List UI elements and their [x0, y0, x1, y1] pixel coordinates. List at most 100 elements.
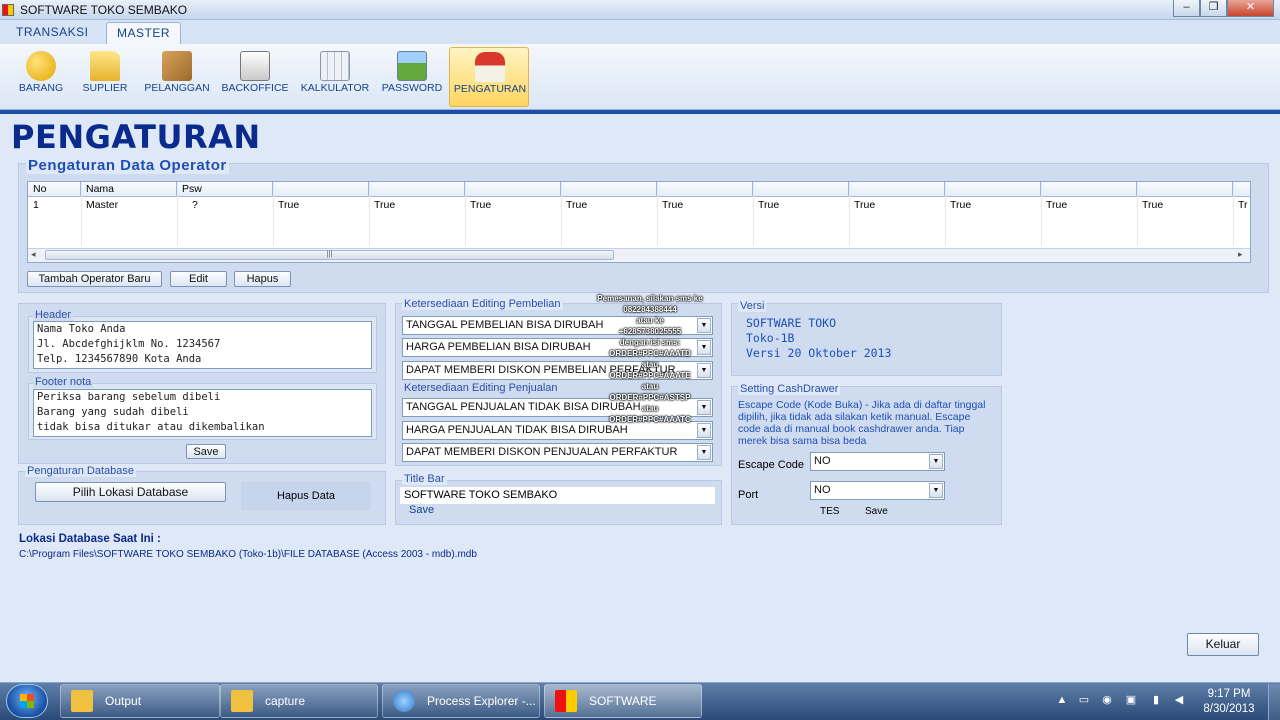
header-footer-save-button[interactable]: Save [186, 444, 226, 459]
chevron-down-icon[interactable]: ▼ [929, 483, 943, 498]
choose-database-button[interactable]: Pilih Lokasi Database [35, 482, 226, 502]
table-cell[interactable]: True [849, 198, 875, 213]
header-textarea[interactable]: Nama Toko Anda Jl. Abcdefghijklm No. 123… [33, 321, 372, 369]
tab-transaksi[interactable]: TRANSAKSI [6, 22, 99, 44]
ribbon-button-backoffice[interactable]: BACKOFFICE [215, 47, 295, 107]
table-cell[interactable]: True [1041, 198, 1067, 213]
footer-textarea[interactable]: Periksa barang sebelum dibeli Barang yan… [33, 389, 372, 437]
titlebar-input[interactable]: SOFTWARE TOKO SEMBAKO [400, 487, 715, 504]
close-button[interactable]: ✕ [1227, 0, 1274, 17]
taskbar-item-process-explorer[interactable]: Process Explorer -... [382, 684, 540, 718]
watermark-line: atau [641, 360, 659, 369]
column-header[interactable] [1233, 182, 1250, 197]
taskbar-item-output[interactable]: Output [60, 684, 220, 718]
table-cell[interactable]: True [369, 198, 395, 213]
tray-monitor-icon[interactable]: ▭ [1077, 693, 1091, 707]
watermark-line: Pemesanan, silakan sms ke [597, 294, 703, 303]
column-header[interactable] [465, 182, 561, 197]
ribbon-label: KALKULATOR [300, 82, 370, 94]
table-cell[interactable]: True [657, 198, 683, 213]
edit-operator-button[interactable]: Edit [170, 271, 227, 287]
start-button[interactable] [6, 684, 48, 718]
table-cell[interactable]: True [561, 198, 587, 213]
calculator-icon [320, 51, 350, 81]
exit-button[interactable]: Keluar [1187, 633, 1259, 656]
table-cell[interactable]: True [1137, 198, 1163, 213]
watermark-line: ORDER#PPC#AAATC [609, 415, 691, 424]
clock[interactable]: 9:17 PM 8/30/2013 [1196, 687, 1262, 717]
ribbon-button-password[interactable]: PASSWORD [372, 47, 452, 107]
maximize-button[interactable]: ❐ [1200, 0, 1227, 17]
ribbon-button-kalkulator[interactable]: KALKULATOR [295, 47, 375, 107]
scroll-right-icon[interactable]: ▸ [1238, 249, 1243, 260]
taskbar-label: SOFTWARE TOKO... [589, 694, 657, 708]
db-location-path: C:\Program Files\SOFTWARE TOKO SEMBAKO (… [19, 549, 477, 560]
table-cell[interactable]: ? [187, 198, 198, 213]
select-value: NO [814, 484, 831, 496]
chevron-down-icon[interactable]: ▼ [697, 445, 711, 460]
column-header[interactable] [753, 182, 849, 197]
ribbon-button-suplier[interactable]: SUPLIER [65, 47, 145, 107]
table-cell[interactable]: Tr [1233, 198, 1248, 213]
titlebar-save-button[interactable]: Save [409, 504, 434, 516]
scroll-left-icon[interactable]: ◂ [31, 249, 36, 260]
version-legend: Versi [738, 300, 767, 312]
table-cell[interactable]: True [273, 198, 299, 213]
column-header[interactable] [273, 182, 369, 197]
tray-device-icon[interactable]: ▣ [1124, 693, 1138, 707]
ribbon-button-pengaturan[interactable]: PENGATURAN [449, 47, 529, 107]
test-button[interactable]: TES [820, 506, 839, 517]
network-icon[interactable]: ▮ [1149, 693, 1163, 707]
house-icon [475, 52, 505, 82]
table-cell[interactable]: True [945, 198, 971, 213]
table-cell[interactable]: True [753, 198, 779, 213]
minimize-button[interactable]: – [1173, 0, 1200, 17]
tab-master[interactable]: MASTER [106, 22, 182, 44]
cashdrawer-description: Escape Code (Kode Buka) - Jika ada di da… [738, 399, 986, 447]
column-header[interactable]: Psw [177, 182, 273, 197]
watermark-line: ORDER#PPC#AAATD [609, 349, 691, 358]
chevron-down-icon[interactable]: ▼ [929, 454, 943, 469]
ribbon-label: PENGATURAN [453, 83, 527, 95]
add-operator-button[interactable]: Tambah Operator Baru [27, 271, 162, 287]
cashdrawer-save-button[interactable]: Save [865, 506, 888, 517]
column-header[interactable] [657, 182, 753, 197]
show-desktop-button[interactable] [1268, 684, 1280, 720]
scroll-thumb[interactable]: ||| [45, 250, 614, 260]
tray-expand-icon[interactable]: ▲ [1055, 693, 1069, 707]
column-header[interactable] [369, 182, 465, 197]
column-header[interactable] [849, 182, 945, 197]
page-title: PENGATURAN [11, 118, 261, 156]
table-cell[interactable]: 1 [28, 198, 39, 213]
app-icon [555, 690, 577, 712]
boxes-icon [162, 51, 192, 81]
column-header[interactable] [1137, 182, 1233, 197]
delete-operator-button[interactable]: Hapus [234, 271, 291, 287]
taskbar-item-software-toko[interactable]: SOFTWARE TOKO... [544, 684, 702, 718]
purchase-legend: Ketersediaan Editing Pembelian [402, 298, 563, 310]
tray-security-icon[interactable]: ◉ [1100, 693, 1114, 707]
ribbon-button-pelanggan[interactable]: PELANGGAN [137, 47, 217, 107]
column-header[interactable]: Nama [81, 182, 177, 197]
taskbar-item-capture[interactable]: capture [220, 684, 378, 718]
table-cell[interactable]: True [465, 198, 491, 213]
port-select[interactable]: NO ▼ [810, 481, 945, 500]
volume-icon[interactable]: ◀ [1172, 693, 1186, 707]
database-legend: Pengaturan Database [25, 465, 137, 477]
lock-icon [397, 51, 427, 81]
column-header[interactable] [1041, 182, 1137, 197]
window-titlebar [0, 0, 1280, 20]
delete-data-button[interactable]: Hapus Data [241, 482, 371, 510]
column-header[interactable] [945, 182, 1041, 197]
sales-discount-select[interactable]: DAPAT MEMBERI DISKON PENJUALAN PERFAKTUR… [402, 443, 713, 462]
column-header[interactable] [561, 182, 657, 197]
folder-icon [90, 51, 120, 81]
column-header[interactable]: No [28, 182, 81, 197]
sms-watermark: Pemesanan, silakan sms ke 082284388444 a… [570, 293, 730, 425]
escape-code-select[interactable]: NO ▼ [810, 452, 945, 471]
header-line: Telp. 1234567890 Kota Anda [37, 353, 202, 365]
chevron-down-icon[interactable]: ▼ [697, 423, 711, 438]
watermark-line: dengan isi sms: [619, 338, 681, 347]
table-cell[interactable]: Master [81, 198, 118, 213]
select-value: DAPAT MEMBERI DISKON PENJUALAN PERFAKTUR [406, 446, 678, 458]
